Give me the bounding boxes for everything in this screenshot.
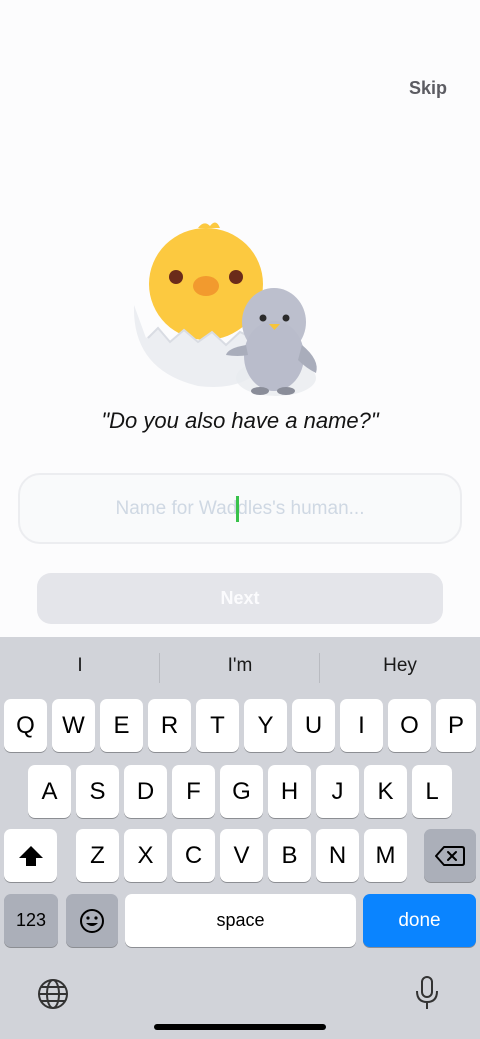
microphone-button[interactable] [414, 975, 440, 1011]
next-button[interactable]: Next [37, 573, 443, 624]
key-g[interactable]: G [220, 765, 263, 818]
numbers-key[interactable]: 123 [4, 894, 58, 947]
chick-and-penguin-illustration [133, 222, 317, 396]
key-t[interactable]: T [196, 699, 239, 752]
key-x[interactable]: X [124, 829, 167, 882]
key-n[interactable]: N [316, 829, 359, 882]
shift-key[interactable] [4, 829, 57, 882]
key-d[interactable]: D [124, 765, 167, 818]
key-a[interactable]: A [28, 765, 71, 818]
key-y[interactable]: Y [244, 699, 287, 752]
skip-button[interactable]: Skip [409, 78, 447, 99]
key-u[interactable]: U [292, 699, 335, 752]
emoji-icon [80, 908, 104, 933]
key-z[interactable]: Z [76, 829, 119, 882]
key-p[interactable]: P [436, 699, 476, 752]
key-i[interactable]: I [340, 699, 383, 752]
emoji-key[interactable] [66, 894, 118, 947]
shift-icon [18, 845, 43, 866]
key-b[interactable]: B [268, 829, 311, 882]
key-r[interactable]: R [148, 699, 191, 752]
key-j[interactable]: J [316, 765, 359, 818]
key-f[interactable]: F [172, 765, 215, 818]
home-indicator [154, 1024, 326, 1030]
suggestion-bar: I I'm Hey [0, 637, 480, 699]
globe-button[interactable] [36, 977, 70, 1011]
key-m[interactable]: M [364, 829, 407, 882]
key-c[interactable]: C [172, 829, 215, 882]
backspace-icon [435, 845, 465, 866]
globe-icon [38, 979, 68, 1009]
human-name-input[interactable] [18, 473, 462, 544]
key-e[interactable]: E [100, 699, 143, 752]
key-s[interactable]: S [76, 765, 119, 818]
done-key[interactable]: done [363, 894, 476, 947]
key-q[interactable]: Q [4, 699, 47, 752]
key-h[interactable]: H [268, 765, 311, 818]
keyboard: I I'm Hey Q W E R T Y U I O P A S D F G … [0, 637, 480, 1039]
suggestion-1[interactable]: I [0, 655, 160, 677]
suggestion-3[interactable]: Hey [320, 655, 480, 677]
key-o[interactable]: O [388, 699, 431, 752]
key-v[interactable]: V [220, 829, 263, 882]
key-w[interactable]: W [52, 699, 95, 752]
key-l[interactable]: L [412, 765, 452, 818]
key-k[interactable]: K [364, 765, 407, 818]
delete-key[interactable] [424, 829, 476, 882]
suggestion-2[interactable]: I'm [160, 655, 320, 677]
name-question: "Do you also have a name?" [101, 408, 379, 433]
text-caret [236, 496, 239, 522]
microphone-icon [416, 976, 438, 1009]
space-key[interactable]: space [125, 894, 356, 947]
